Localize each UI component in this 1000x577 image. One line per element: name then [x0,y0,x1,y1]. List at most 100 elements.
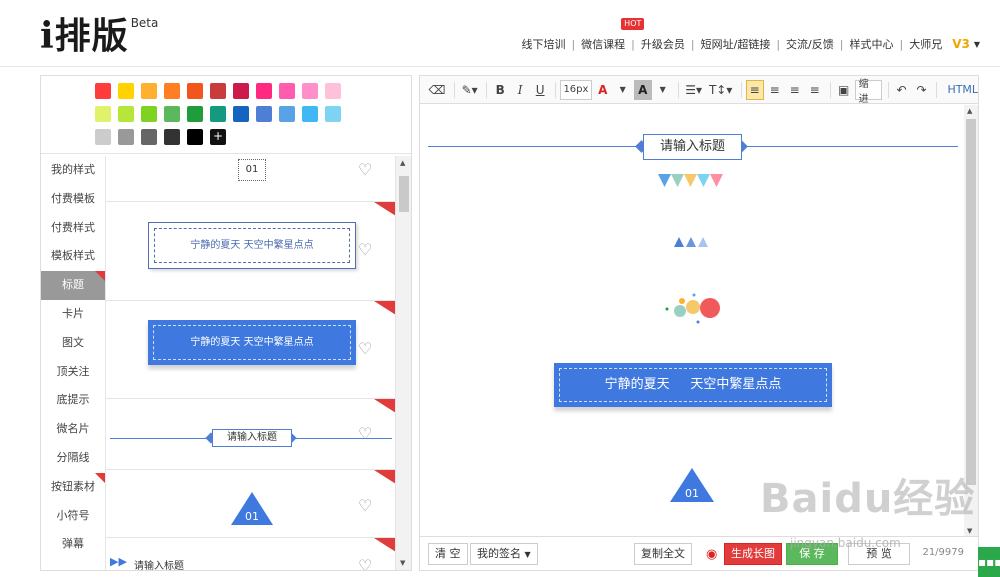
color-swatch[interactable] [164,83,180,99]
add-color-button[interactable]: + [210,129,226,145]
color-swatch[interactable] [210,106,226,122]
scroll-thumb[interactable] [399,176,409,212]
color-swatch[interactable] [233,106,249,122]
scroll-down-icon[interactable]: ▼ [967,527,972,535]
align-right-icon[interactable]: ≡ [786,80,804,100]
category-item[interactable]: 图文 [41,329,105,358]
signature-select[interactable]: 我的签名 ▼ [470,543,538,565]
color-swatch[interactable] [325,83,341,99]
undo-icon[interactable]: ↶ [892,80,910,100]
html-button[interactable]: HTML [947,83,978,96]
color-swatch[interactable] [302,106,318,122]
weibo-icon[interactable]: ◉ [706,547,717,562]
category-item[interactable]: 付费样式 [41,214,105,243]
redo-icon[interactable]: ↷ [912,80,930,100]
editor-title-box[interactable]: 请输入标题 [643,134,742,160]
bg-color-button[interactable]: A [633,79,652,100]
template-item[interactable]: 01 ♡ [106,470,395,538]
scroll-up-icon[interactable]: ▲ [967,107,972,115]
color-swatch[interactable] [95,129,111,145]
color-swatch[interactable] [118,106,134,122]
category-item[interactable]: 微名片 [41,415,105,444]
chevron-down-icon[interactable]: ▼ [974,40,980,49]
editor-triangle-badge[interactable]: 01 [669,467,715,503]
favorite-icon[interactable]: ♡ [358,426,376,442]
color-swatch[interactable] [256,83,272,99]
color-swatch[interactable] [95,106,111,122]
color-swatch[interactable] [141,129,157,145]
color-swatch[interactable] [164,106,180,122]
color-swatch[interactable] [210,83,226,99]
template-item[interactable]: 请输入标题 ♡ [106,399,395,470]
category-item[interactable]: 卡片 [41,300,105,329]
scroll-thumb[interactable] [966,119,976,485]
color-swatch[interactable] [302,83,318,99]
color-swatch[interactable] [95,83,111,99]
template-item[interactable]: 宁静的夏天 天空中繁星点点 ♡ [106,301,395,399]
nav-style-center[interactable]: 样式中心 [843,36,899,52]
favorite-icon[interactable]: ♡ [358,242,376,258]
nav-short-url[interactable]: 短网址/超链接 [695,36,777,52]
editor-title-banner[interactable]: 宁静的夏天 天空中繁星点点 [554,363,832,407]
category-item[interactable]: 付费模板 [41,185,105,214]
category-item[interactable]: 模板样式 [41,242,105,271]
category-item[interactable]: 按钮素材 [41,472,105,502]
nav-offline-training[interactable]: 线下培训 [515,36,571,52]
template-item[interactable]: 01 ♡ [106,156,395,202]
category-item[interactable]: 小符号 [41,502,105,531]
category-item[interactable]: 顶关注 [41,358,105,387]
color-swatch[interactable] [325,106,341,122]
template-item[interactable]: 宁静的夏天 天空中繁星点点 ♡ [106,202,395,301]
align-justify-icon[interactable]: ≡ [806,80,824,100]
color-swatch[interactable] [141,83,157,99]
eraser-icon[interactable]: ⌫ [426,80,448,100]
color-swatch[interactable] [187,83,203,99]
category-item[interactable]: 我的样式 [41,156,105,185]
color-swatch[interactable] [187,106,203,122]
italic-button[interactable]: I [511,80,529,100]
chevron-down-icon[interactable]: ▼ [654,80,672,100]
line-height-button[interactable]: T ↕▾ [707,80,735,100]
favorite-icon[interactable]: ♡ [358,498,376,514]
color-swatch[interactable] [187,129,203,145]
scroll-up-icon[interactable]: ▲ [400,159,405,167]
copy-all-button[interactable]: 复制全文 [634,543,692,565]
template-scrollbar[interactable]: ▲ ▼ [395,156,411,570]
list-icon[interactable]: ☰▾ [683,80,705,100]
category-item[interactable]: 分隔线 [41,444,105,473]
category-item[interactable]: 底提示 [41,386,105,415]
category-item[interactable]: 弹幕 [41,530,105,559]
category-item[interactable]: 标题 [41,271,105,300]
color-swatch[interactable] [118,129,134,145]
color-swatch[interactable] [164,129,180,145]
color-swatch[interactable] [233,83,249,99]
scroll-down-icon[interactable]: ▼ [400,559,405,567]
chat-icon[interactable]: ▪▪▪ [978,547,1000,577]
bold-button[interactable]: B [491,80,509,100]
favorite-icon[interactable]: ♡ [358,341,376,357]
underline-button[interactable]: U [531,80,549,100]
color-swatch[interactable] [141,106,157,122]
align-center-icon[interactable]: ≡ [766,80,784,100]
template-item[interactable]: ▶▶ 请输入标题 ♡ [106,538,395,570]
logo[interactable]: i排版 Beta [40,14,158,58]
nav-feedback[interactable]: 交流/反馈 [780,36,840,52]
font-color-button[interactable]: A [594,80,612,100]
color-swatch[interactable] [279,83,295,99]
nav-wechat-course[interactable]: HOT 微信课程 [575,18,645,52]
indent-button[interactable]: 缩进 [854,79,882,105]
font-size-select[interactable]: 16px [560,79,592,100]
color-swatch[interactable] [279,106,295,122]
nav-user-name[interactable]: 大师兄 [903,36,948,52]
color-swatch[interactable] [256,106,272,122]
align-left-icon[interactable]: ≡ [745,79,764,100]
format-painter-icon[interactable]: ✎▾ [459,80,480,100]
color-swatch[interactable] [118,83,134,99]
image-icon[interactable]: ▣ [835,80,853,100]
generate-image-button[interactable]: 生成长图 [724,543,782,565]
nav-upgrade-member[interactable]: 升级会员 [635,36,691,52]
favorite-icon[interactable]: ♡ [358,558,376,571]
favorite-icon[interactable]: ♡ [358,162,376,178]
clear-button[interactable]: 清 空 [428,543,468,565]
chevron-down-icon[interactable]: ▼ [614,80,632,100]
